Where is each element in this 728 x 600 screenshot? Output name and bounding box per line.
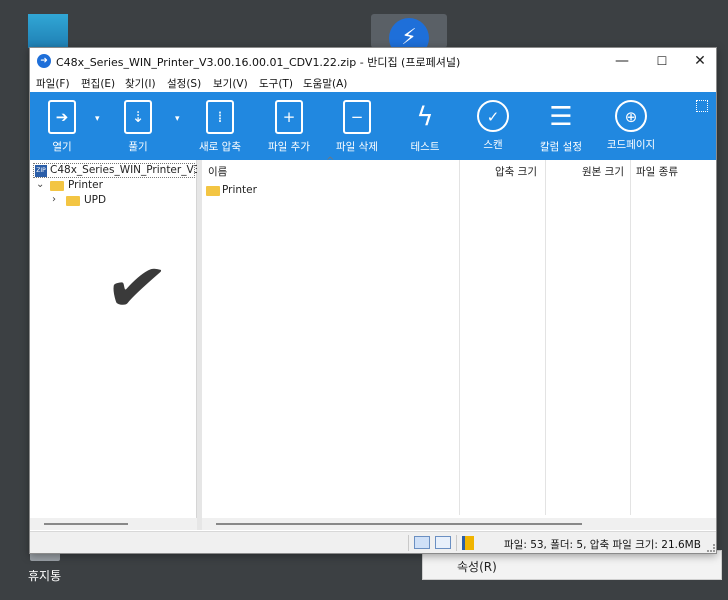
add-file-icon: + [275,100,303,134]
list-item[interactable]: Printer [204,184,454,199]
context-menu: 속성(R) [422,550,722,580]
menu-edit[interactable]: 편집(E) [81,76,115,91]
toolbar-codepage-button[interactable]: ⊕ 코드페이지 [601,98,661,156]
delete-file-icon: − [343,100,371,134]
maximize-button[interactable]: ☐ [642,48,682,74]
tree-node-label: Printer [68,179,103,191]
resize-grip-icon[interactable] [707,544,715,552]
bandizip-taskbar-button[interactable]: ⚡ [371,14,447,58]
toolbar-extract-label: 풀기 [128,141,148,153]
zip-archive-icon: ZIP [35,165,47,177]
column-divider[interactable] [459,160,460,515]
open-dropdown-chevron-icon[interactable]: ▾ [95,114,100,124]
toolbar-new-archive-label: 새로 압축 [199,141,241,153]
toolbar-test-button[interactable]: ϟ 테스트 [395,98,455,156]
toolbar-scan-label: 스캔 [483,139,503,151]
status-separator [408,535,409,551]
extract-icon: ⇣ [124,100,152,134]
codepage-icon: ⊕ [615,100,647,132]
toolbar-add-file-label: 파일 추가 [268,141,310,153]
scrollbar-thumb[interactable] [216,523,582,525]
extract-dropdown-chevron-icon[interactable]: ▾ [175,114,180,124]
thumbnail-view-icon[interactable] [435,536,451,549]
folder-icon [206,186,220,196]
toolbar-column-settings-label: 칼럼 설정 [540,141,582,153]
folder-icon [66,196,80,206]
list-item-name: Printer [222,184,257,196]
tree-root-archive[interactable]: ZIP C48x_Series_WIN_Printer_V3.00 [33,163,217,178]
test-icon: ϟ [416,102,434,132]
new-archive-icon: ⁞ [206,100,234,134]
column-divider[interactable] [545,160,546,515]
menu-bar: 파일(F) 편집(E) 찾기(I) 설정(S) 보기(V) 도구(T) 도움말(… [30,74,716,92]
sort-ascending-icon: ^ [326,156,335,167]
tree-node-printer[interactable]: ⌄ Printer [30,179,195,194]
column-header-file-type[interactable]: 파일 종류 [636,164,678,179]
desktop-app-icon[interactable] [28,14,68,48]
status-separator [456,535,457,551]
toolbar-extract-button[interactable]: ⇣ 풀기 [108,98,168,156]
chevron-right-icon[interactable]: › [52,194,56,205]
details-view-icon[interactable] [414,536,430,549]
tree-root-label: C48x_Series_WIN_Printer_V3.00 [50,164,218,176]
chevron-down-icon[interactable]: ⌄ [36,179,44,190]
menu-find[interactable]: 찾기(I) [125,76,156,91]
file-list[interactable]: ^ 이름 압축 크기 원본 크기 파일 종류 Printer [202,156,716,530]
menu-file[interactable]: 파일(F) [36,76,70,91]
column-divider[interactable] [630,160,631,515]
column-settings-icon: ☰ [549,102,573,132]
column-header-name[interactable]: 이름 [208,164,227,179]
toolbar-layout-grid-icon[interactable] [696,100,708,112]
toolbar-open-button[interactable]: ➔ 열기 [32,98,92,156]
tree-horizontal-scrollbar[interactable] [30,518,197,530]
title-bar[interactable]: ➜ C48x_Series_WIN_Printer_V3.00.16.00.01… [30,48,716,74]
menu-help[interactable]: 도움말(A) [303,76,347,91]
open-icon: ➔ [48,100,76,134]
archive-info-icon[interactable] [462,536,474,550]
recycle-bin-label: 휴지통 [28,569,62,583]
tree-node-label: UPD [84,194,107,206]
status-bar: 파일: 53, 폴더: 5, 압축 파일 크기: 21.6MB [30,531,716,553]
folder-icon [50,181,64,191]
context-menu-item-properties[interactable]: 속성(R) [457,558,497,575]
toolbar-test-label: 테스트 [410,141,440,153]
toolbar-codepage-label: 코드페이지 [606,139,656,151]
window-title: C48x_Series_WIN_Printer_V3.00.16.00.01_C… [56,56,461,69]
toolbar-column-settings-button[interactable]: ☰ 칼럼 설정 [531,98,591,156]
toolbar-delete-file-button[interactable]: − 파일 삭제 [327,98,387,156]
menu-settings[interactable]: 설정(S) [167,76,201,91]
checkmark-overlay-icon: ✔ [99,241,173,335]
toolbar-scan-button[interactable]: ✓ 스캔 [463,98,523,156]
toolbar: ➔ 열기 ▾ ⇣ 풀기 ▾ ⁞ 새로 압축 + 파일 추가 − 파일 삭제 ϟ … [30,92,716,160]
menu-view[interactable]: 보기(V) [213,76,248,91]
folder-tree[interactable]: ZIP C48x_Series_WIN_Printer_V3.00 ⌄ Prin… [30,160,217,530]
list-horizontal-scrollbar[interactable] [202,518,716,530]
status-text: 파일: 53, 폴더: 5, 압축 파일 크기: 21.6MB [504,539,701,551]
toolbar-delete-file-label: 파일 삭제 [336,141,378,153]
menu-tools[interactable]: 도구(T) [259,76,293,91]
toolbar-add-file-button[interactable]: + 파일 추가 [259,98,319,156]
minimize-button[interactable]: — [602,48,642,74]
toolbar-open-label: 열기 [52,141,72,153]
scrollbar-thumb[interactable] [44,523,128,525]
bandizip-window: ➜ C48x_Series_WIN_Printer_V3.00.16.00.01… [29,47,717,554]
bandizip-app-icon: ➜ [37,54,51,68]
toolbar-new-archive-button[interactable]: ⁞ 새로 압축 [190,98,250,156]
column-header-compressed-size[interactable]: 압축 크기 [495,164,537,179]
column-header-original-size[interactable]: 원본 크기 [582,164,624,179]
scan-icon: ✓ [477,100,509,132]
close-button[interactable]: ✕ [680,48,720,74]
tree-node-upd[interactable]: › UPD [30,194,195,209]
